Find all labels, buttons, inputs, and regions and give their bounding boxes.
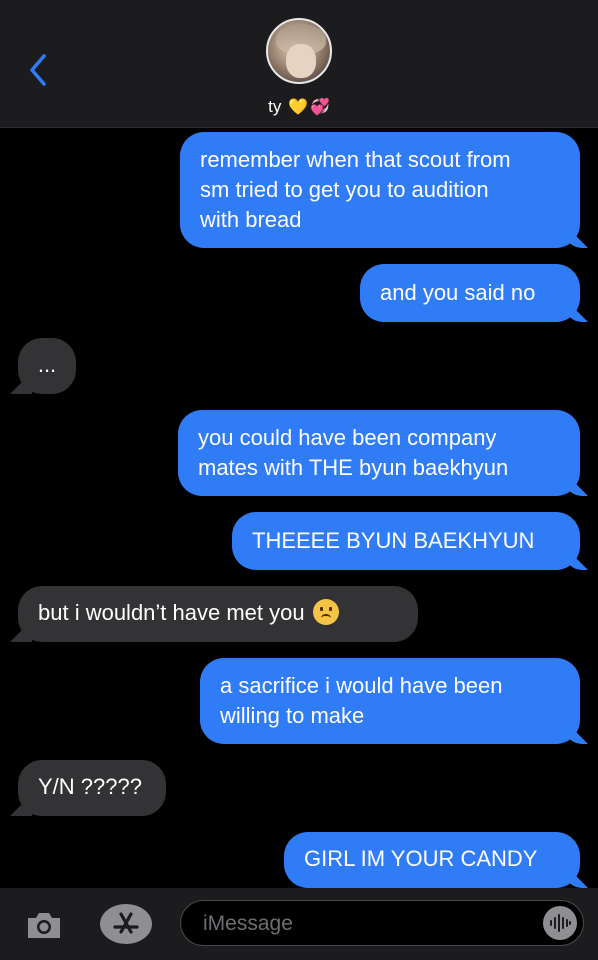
message-bubble-sent[interactable]: remember when that scout from sm tried t… (180, 132, 580, 248)
audio-waveform-icon (550, 914, 571, 932)
avatar-face (286, 44, 316, 78)
avatar[interactable] (266, 18, 332, 84)
revolving-hearts-icon: 💞 (309, 99, 330, 116)
message-text: GIRL IM YOUR CANDY (304, 846, 538, 871)
contact-name-text: ty (268, 97, 282, 116)
message-text: remember when that scout from (200, 147, 511, 172)
message-text: but i wouldn’t have met you (38, 600, 305, 625)
message-input[interactable] (203, 909, 523, 939)
message-text: mates with THE byun baekhyun (198, 455, 509, 480)
message-text: THEEEE BYUN BAEKHYUN (252, 528, 535, 553)
message-bubble-sent[interactable]: GIRL IM YOUR CANDY (284, 832, 580, 888)
message-text: you could have been company (198, 425, 497, 450)
message-bubble-received[interactable]: Y/N ????? (18, 760, 166, 816)
message-text: a sacrifice i would have been (220, 673, 503, 698)
message-text: sm tried to get you to audition (200, 177, 489, 202)
message-input-field[interactable] (180, 900, 584, 946)
message-bubble-sent[interactable]: and you said no (360, 264, 580, 322)
frowning-face-icon (312, 599, 339, 625)
audio-message-button[interactable] (543, 906, 577, 940)
message-text: and you said no (380, 280, 536, 305)
message-bubble-received[interactable]: but i wouldn’t have met you (18, 586, 418, 642)
message-text: with bread (200, 207, 302, 232)
back-button[interactable] (22, 50, 54, 90)
camera-icon (28, 913, 60, 938)
message-bubble-sent[interactable]: THEEEE BYUN BAEKHYUN (232, 512, 580, 570)
message-text: willing to make (220, 703, 365, 728)
composer-bar (0, 888, 598, 960)
message-bubble-received[interactable]: ... (18, 338, 76, 394)
contact-name[interactable]: ty 💛 💞 (0, 96, 598, 119)
message-bubble-sent[interactable]: a sacrifice i would have been willing to… (200, 658, 580, 744)
camera-button[interactable] (24, 910, 64, 940)
messages-screen: ty 💛 💞 remember when that scout from sm t… (0, 0, 598, 960)
message-bubble-sent[interactable]: you could have been company mates with T… (178, 410, 580, 496)
message-text: Y/N ????? (38, 774, 142, 799)
yellow-heart-icon: 💛 (288, 99, 308, 116)
chevron-left-icon (30, 54, 46, 86)
app-store-icon (113, 912, 139, 934)
conversation-header: ty 💛 💞 (0, 0, 598, 128)
typing-dots: ... (37, 352, 57, 377)
app-store-button[interactable] (100, 904, 152, 944)
